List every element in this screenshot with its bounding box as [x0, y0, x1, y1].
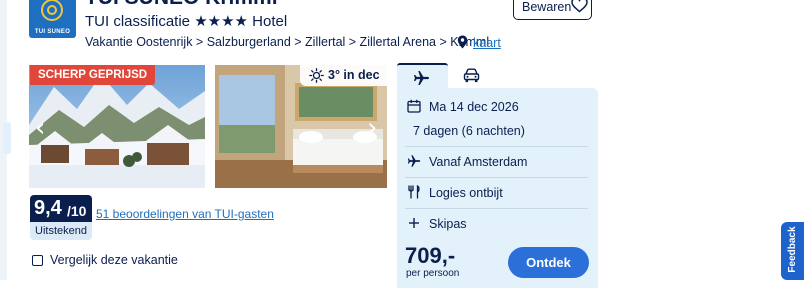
chevron-left-icon[interactable]: ‹: [35, 115, 45, 141]
divider: [405, 208, 588, 209]
trip-duration: 7 dagen (6 nachten): [413, 124, 525, 138]
rating-label: Uitstekend: [30, 222, 92, 240]
logo-emblem-icon: [41, 0, 63, 21]
feedback-label: Feedback: [787, 226, 798, 273]
sun-icon: [309, 68, 324, 83]
rating-score: 9,4: [34, 197, 62, 219]
divider: [405, 177, 588, 178]
breadcrumb[interactable]: Vakantie Oostenrijk > Salzburgerland > Z…: [85, 35, 489, 49]
weather-text: 3° in dec: [328, 68, 380, 82]
plane-icon: [414, 71, 429, 85]
price-note: per persoon: [406, 268, 460, 279]
rating-max: /10: [67, 203, 87, 219]
car-icon[interactable]: [463, 68, 480, 83]
deal-badge: SCHERP GEPRIJSD: [30, 65, 156, 85]
tui-suneo-logo: TUI SUNEO: [29, 0, 76, 38]
price: 709,-: [405, 243, 456, 268]
weather-badge: 3° in dec: [300, 65, 387, 86]
feedback-tab[interactable]: Feedback: [781, 222, 804, 280]
departure-airport: Vanaf Amsterdam: [429, 155, 528, 169]
rating-score-box: 9,4 /10: [30, 195, 92, 222]
save-button-label: Bewaren: [522, 0, 572, 14]
plus-icon: [409, 218, 419, 228]
departure-date: Ma 14 dec 2026: [429, 100, 519, 114]
discover-button[interactable]: Ontdek: [508, 247, 589, 278]
board-type: Logies ontbijt: [429, 186, 503, 200]
extra-skipass: Skipas: [429, 217, 467, 231]
logo-text: TUI SUNEO: [34, 29, 71, 35]
compare-checkbox[interactable]: [32, 255, 43, 266]
map-pin-icon: [457, 35, 468, 49]
calendar-icon: [407, 99, 421, 113]
heart-icon: [571, 0, 588, 13]
left-edge-marker: [3, 122, 11, 154]
save-button[interactable]: Bewaren: [513, 0, 592, 20]
hotel-classification: TUI classificatie ★★★★ Hotel: [85, 13, 288, 30]
divider: [405, 146, 588, 147]
plane-icon: [407, 155, 421, 167]
compare-label[interactable]: Vergelijk deze vakantie: [50, 253, 178, 267]
map-link[interactable]: kaart: [473, 36, 501, 50]
tab-flight[interactable]: [397, 63, 448, 89]
chevron-right-icon[interactable]: ›: [367, 115, 377, 141]
hotel-title: TUI SUNEO Krimml: [85, 0, 278, 10]
reviews-link[interactable]: 51 beoordelingen van TUI-gasten: [96, 207, 274, 221]
cutlery-icon: [408, 185, 420, 199]
